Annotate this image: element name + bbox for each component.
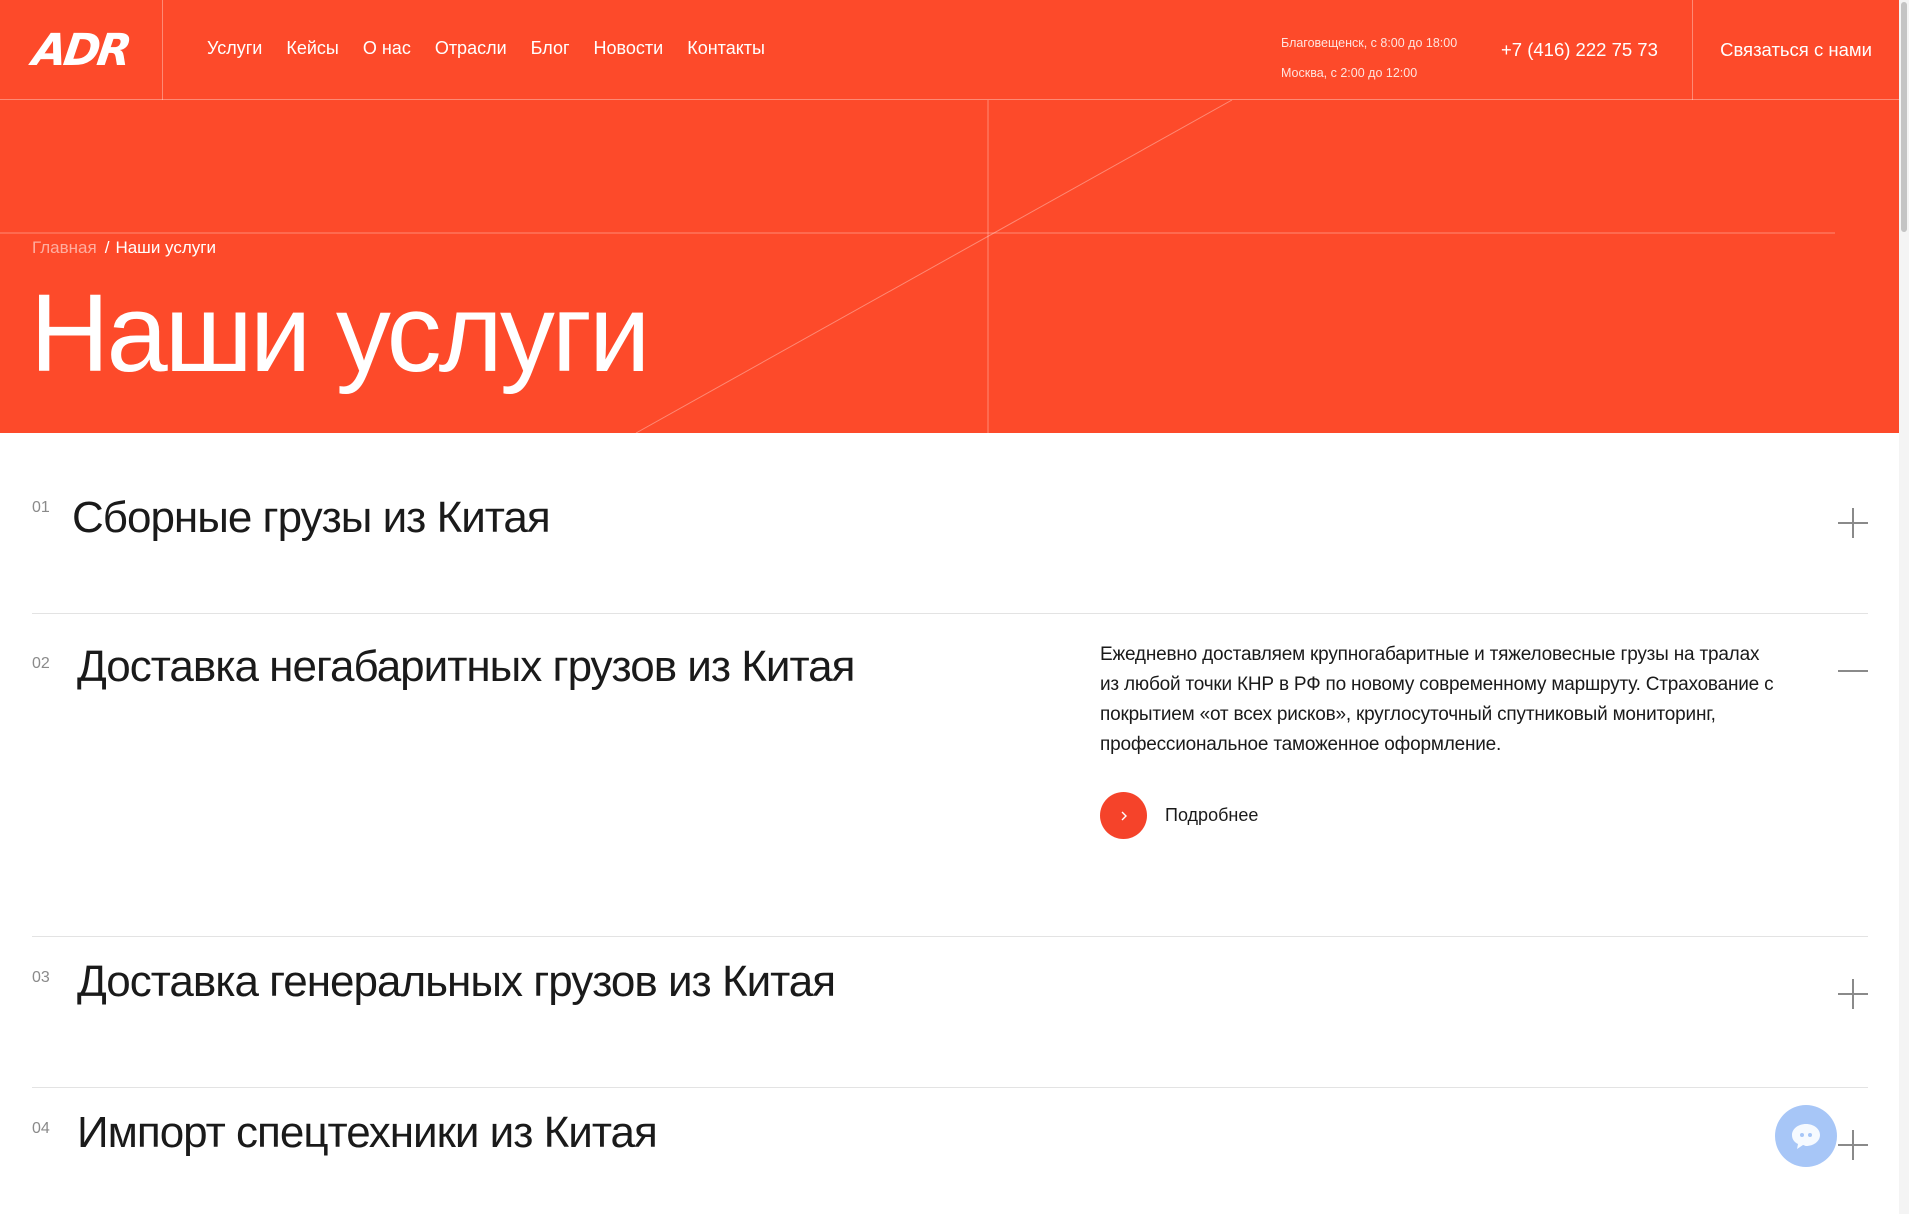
phone-link[interactable]: +7 (416) 222 75 73: [1501, 39, 1658, 61]
working-hours: Благовещенск, с 8:00 до 18:00 Москва, с …: [1281, 28, 1457, 88]
service-number: 02: [32, 655, 50, 672]
nav-item-blog[interactable]: Блог: [531, 38, 570, 59]
service-number: 01: [32, 499, 50, 516]
plus-icon[interactable]: [1838, 1130, 1868, 1160]
nav-item-industries[interactable]: Отрасли: [435, 38, 507, 59]
hours-blagoveshchensk: Благовещенск, с 8:00 до 18:00: [1281, 36, 1458, 50]
chat-bubble-icon[interactable]: [1775, 1105, 1837, 1167]
scrollbar-thumb[interactable]: [1901, 2, 1907, 232]
site-header: ADR Услуги Кейсы О нас Отрасли Блог Ново…: [0, 0, 1899, 100]
service-item-3[interactable]: 03 Доставка генеральных грузов из Китая: [32, 937, 1868, 1088]
breadcrumb-home[interactable]: Главная: [32, 238, 97, 257]
nav-item-cases[interactable]: Кейсы: [286, 38, 339, 59]
logo-link[interactable]: ADR: [0, 0, 163, 100]
hero-section: Главная / Наши услуги Наши услуги: [0, 100, 1899, 433]
plus-icon[interactable]: [1838, 508, 1868, 538]
nav-item-contacts[interactable]: Контакты: [687, 38, 765, 59]
services-accordion: 01 Сборные грузы из Китая 02 Доставка не…: [32, 433, 1868, 1214]
breadcrumb-current: Наши услуги: [115, 238, 216, 257]
nav-item-services[interactable]: Услуги: [207, 38, 262, 59]
service-title: Доставка генеральных грузов из Китая: [77, 957, 836, 1006]
service-number: 03: [32, 969, 50, 986]
contact-us-button[interactable]: Связаться с нами: [1692, 0, 1899, 100]
logo: ADR: [29, 24, 133, 76]
page-title: Наши услуги: [30, 272, 650, 395]
breadcrumb: Главная / Наши услуги: [32, 238, 216, 258]
service-title: Доставка негабаритных грузов из Китая: [77, 642, 855, 691]
service-description: Ежедневно доставляем крупногабаритные и …: [1100, 644, 1774, 755]
service-title: Сборные грузы из Китая: [72, 493, 551, 542]
more-link[interactable]: Подробнее: [1100, 792, 1258, 839]
service-title: Импорт спецтехники из Китая: [77, 1108, 658, 1157]
nav-item-about[interactable]: О нас: [363, 38, 411, 59]
service-item-1[interactable]: 01 Сборные грузы из Китая: [32, 433, 1868, 614]
service-number: 04: [32, 1120, 50, 1137]
contact-us-label: Связаться с нами: [1720, 39, 1872, 60]
page: ADR Услуги Кейсы О нас Отрасли Блог Ново…: [0, 0, 1899, 1214]
service-item-4[interactable]: 04 Импорт спецтехники из Китая: [32, 1088, 1868, 1214]
plus-icon[interactable]: [1838, 979, 1868, 1009]
chevron-right-icon[interactable]: [1100, 792, 1147, 839]
hours-moscow: Москва, с 2:00 до 12:00: [1281, 66, 1418, 80]
main-nav: Услуги Кейсы О нас Отрасли Блог Новости …: [207, 38, 789, 59]
service-item-2[interactable]: 02 Доставка негабаритных грузов из Китая…: [32, 614, 1868, 937]
breadcrumb-separator: /: [104, 238, 110, 257]
minus-icon[interactable]: [1838, 656, 1868, 686]
page-scrollbar[interactable]: [1899, 0, 1909, 1214]
more-label: Подробнее: [1165, 805, 1259, 825]
nav-item-news[interactable]: Новости: [594, 38, 664, 59]
